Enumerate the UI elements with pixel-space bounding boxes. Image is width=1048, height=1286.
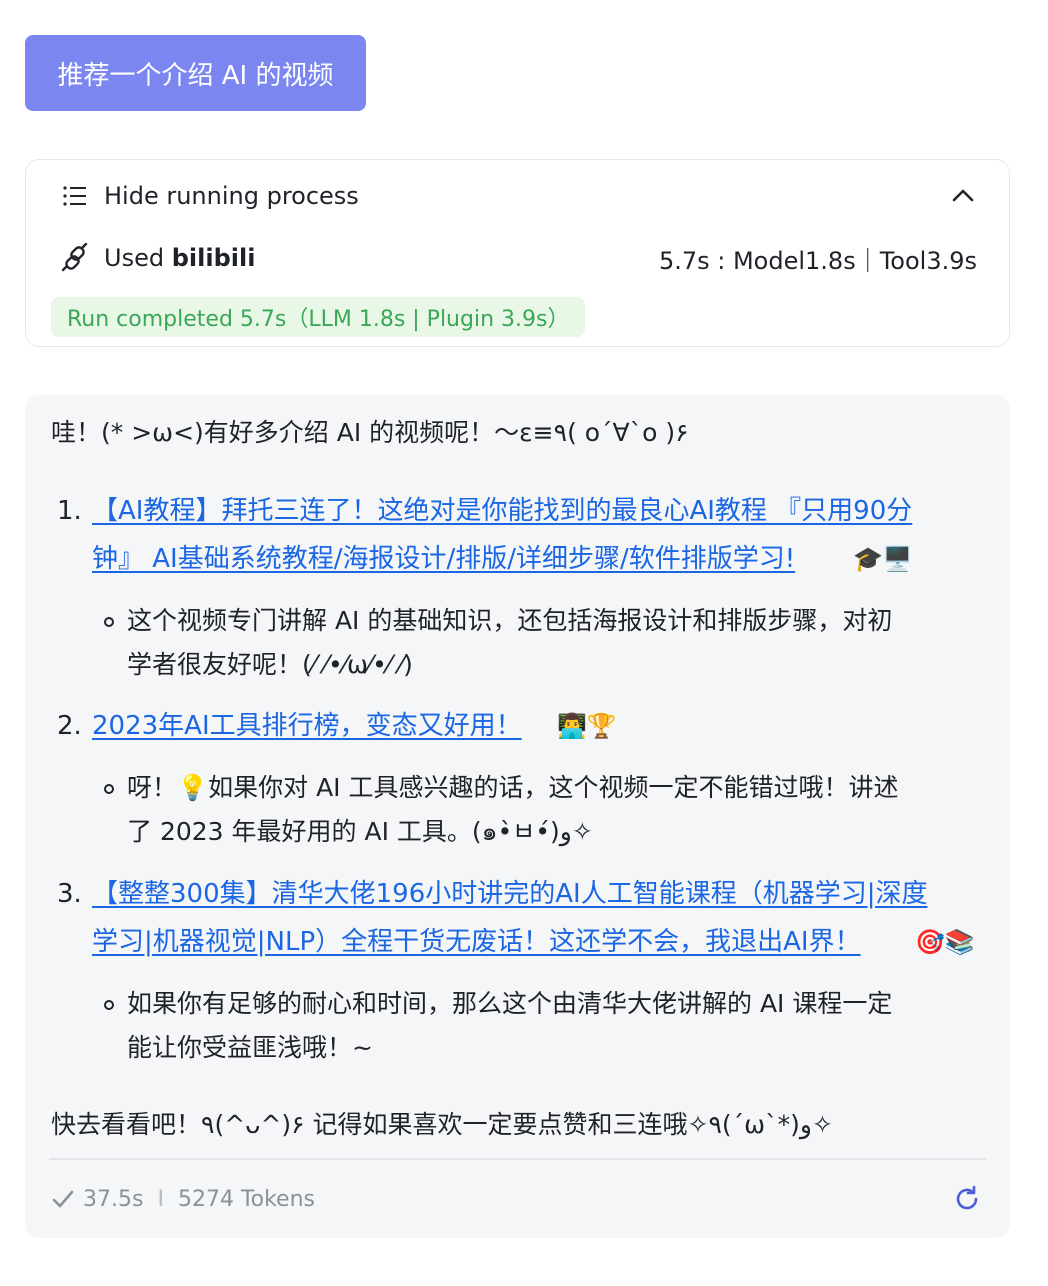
hide-process-label[interactable]: Hide running process [104,182,949,210]
sub-bullet [104,617,114,627]
video-3-emoji: 🎯📚 [915,928,975,956]
video-2-desc-line2: 了 2023 年最好用的 AI 工具。(๑•̀ㅂ•́)و✧ [127,817,593,846]
tool-name: bilibili [171,244,256,272]
sub-bullet [104,784,114,794]
run-status-badge: Run completed 5.7s（LLM 1.8s | Plugin 3.9… [51,297,586,337]
user-message-bubble: 推荐一个介绍 AI 的视频 [25,35,366,111]
video-link-3-line1[interactable]: 【整整300集】清华大佬196小时讲完的AI人工智能课程（机器学习|深度 [92,870,927,918]
video-3-desc-line2: 能让你受益匪浅哦！~ [127,1033,373,1062]
chevron-up-icon[interactable] [949,182,977,210]
sub-bullet [104,1000,114,1010]
video-link-3-line2[interactable]: 学习|机器视觉|NLP）全程干货无废话！这还学不会，我退出AI界！ [92,918,861,966]
video-link-1-line1[interactable]: 【AI教程】拜托三连了！这绝对是你能找到的最良心AI教程 『只用90分 [92,487,912,535]
token-count: 5274 Tokens [177,1186,315,1212]
answer-intro: 哇！(* >ω<)有好多介绍 AI 的视频呢！～ε≡٩( o´∀`o )۶ [51,418,689,447]
running-process-card: Hide running process Used bilibili 5.7s … [25,159,1010,347]
video-1-desc-line1: 这个视频专门讲解 AI 的基础知识，还包括海报设计和排版步骤，对初 [127,606,893,635]
response-duration: 37.5s [83,1186,144,1212]
timing-breakdown: 5.7s : Model1.8s｜Tool3.9s [658,246,977,275]
refresh-icon[interactable] [952,1184,982,1214]
list-number: 1. [57,496,82,526]
check-icon [52,1190,74,1208]
answer-outro: 快去看看吧！٩(^ᴗ^)۶ 记得如果喜欢一定要点赞和三连哦✧٩(ˊωˋ*)و✧ [51,1110,833,1139]
assistant-answer-card: 哇！(* >ω<)有好多介绍 AI 的视频呢！～ε≡٩( o´∀`o )۶ 1.… [25,395,1010,1238]
video-1-emoji: 🎓🖥️ [853,545,913,573]
video-2-emoji: 👨‍💻🏆 [557,712,617,740]
list-number: 3. [57,879,82,909]
video-1-desc-line2: 学者很友好呢！(⁄ ⁄•⁄ω⁄•⁄ ⁄) [127,650,413,679]
list-number: 2. [57,711,82,741]
video-link-2[interactable]: 2023年AI工具排行榜，变态又好用！ [92,702,522,750]
video-3-desc-line1: 如果你有足够的耐心和时间，那么这个由清华大佬讲解的 AI 课程一定 [127,989,893,1018]
footer-separator: I [157,1186,164,1212]
footer-divider [49,1158,986,1160]
process-toggle-row[interactable]: Hide running process [60,178,977,214]
answer-footer: 37.5s I 5274 Tokens [51,1179,982,1219]
video-2-desc-line1: 呀！💡如果你对 AI 工具感兴趣的话，这个视频一定不能错过哦！讲述 [127,773,899,802]
list-icon [63,186,86,206]
video-link-1-line2[interactable]: 钟』 AI基础系统教程/海报设计/排版/详细步骤/软件排版学习! [92,535,795,583]
chat-page: 推荐一个介绍 AI 的视频 Hide running process Used … [0,0,1048,1286]
plugin-link-icon [61,243,88,272]
used-tool-label: Used bilibili [104,244,256,272]
tool-usage-row: Used bilibili 5.7s : Model1.8s｜Tool3.9s [60,240,977,276]
